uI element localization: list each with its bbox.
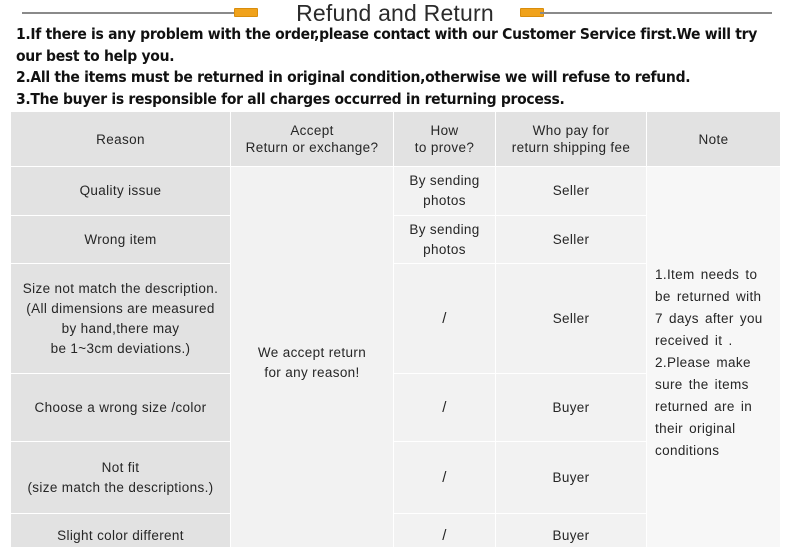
col-header-note: Note [646, 111, 781, 167]
refund-return-page: Refund and Return 1.If there is any prob… [0, 0, 790, 547]
intro-paragraph: 1.If there is any problem with the order… [16, 24, 772, 110]
refund-policy-table: Reason Accept Return or exchange? How to… [10, 111, 781, 547]
col-header-pay-line1: Who pay for [532, 123, 610, 138]
col-header-pay-line2: return shipping fee [511, 140, 631, 155]
cell-reason: Slight color different [10, 513, 231, 547]
who-pays-value: Buyer [552, 399, 590, 415]
table-row: Quality issue We accept return for any r… [10, 166, 781, 547]
cell-how-to-prove: By sending photos [393, 215, 496, 264]
note-line-2: be returned with [655, 288, 762, 304]
prove-line-2: photos [423, 193, 466, 208]
cell-reason: Size not match the description. (All dim… [10, 263, 231, 374]
reason-line-1: Wrong item [84, 231, 157, 247]
note-line-4: received it . [655, 332, 733, 348]
col-header-accept: Accept Return or exchange? [230, 111, 394, 167]
note-line-3: 7 days after you [655, 310, 763, 326]
intro-line-3: 3.The buyer is responsible for all charg… [16, 89, 565, 108]
prove-line-1: / [442, 468, 447, 486]
cell-reason: Choose a wrong size /color [10, 373, 231, 442]
reason-line-1: Size not match the description. [22, 280, 219, 296]
intro-line-1a: 1.If there is any problem with the order… [16, 25, 758, 43]
note-line-7: returned are in [655, 398, 753, 414]
cell-how-to-prove: / [393, 373, 496, 442]
reason-line-1: Slight color different [57, 528, 184, 543]
header-band: Refund and Return [0, 0, 790, 26]
who-pays-value: Seller [552, 183, 590, 198]
col-header-prove-line1: How [430, 123, 459, 138]
cell-who-pays: Seller [495, 215, 647, 264]
cell-who-pays: Seller [495, 166, 647, 216]
intro-line-1b: our best to help you. [16, 46, 175, 65]
cell-reason: Wrong item [10, 215, 231, 264]
cell-how-to-prove: / [393, 263, 496, 374]
cell-note: 1.Item needs to be returned with 7 days … [646, 166, 781, 547]
reason-line-2: (All dimensions are measured [26, 300, 215, 316]
cell-who-pays: Buyer [495, 373, 647, 442]
reason-line-1: Quality issue [79, 183, 162, 198]
accept-line-1: We accept return [257, 344, 367, 360]
table-header-row: Reason Accept Return or exchange? How to… [10, 111, 781, 167]
cell-how-to-prove: / [393, 441, 496, 514]
reason-line-4: be 1~3cm deviations.) [50, 340, 191, 356]
note-line-6: sure the items [655, 376, 749, 392]
who-pays-value: Buyer [552, 469, 590, 485]
note-line-5: 2.Please make [655, 354, 751, 370]
col-header-accept-line2: Return or exchange? [245, 140, 379, 155]
reason-line-3: by hand,there may [61, 320, 180, 336]
table-header: Reason Accept Return or exchange? How to… [10, 111, 781, 167]
prove-line-1: / [442, 309, 447, 327]
reason-line-1: Choose a wrong size /color [34, 399, 207, 415]
prove-line-1: By sending [409, 221, 480, 237]
accept-line-2: for any reason! [264, 364, 360, 380]
note-line-1: 1.Item needs to [655, 266, 758, 282]
note-line-8: their original [655, 420, 736, 436]
col-header-pay: Who pay for return shipping fee [495, 111, 647, 167]
note-line-9: conditions [655, 442, 720, 458]
table-body: Quality issue We accept return for any r… [10, 166, 781, 547]
col-header-prove: How to prove? [393, 111, 496, 167]
who-pays-value: Buyer [552, 528, 590, 543]
col-header-prove-line2: to prove? [414, 140, 475, 155]
prove-line-1: By sending [409, 173, 480, 188]
who-pays-value: Seller [552, 231, 590, 247]
prove-line-1: / [442, 398, 447, 416]
reason-line-2: (size match the descriptions.) [27, 479, 214, 495]
prove-line-1: / [442, 527, 447, 544]
col-header-accept-line1: Accept [290, 123, 334, 138]
page-title: Refund and Return [296, 0, 494, 26]
col-header-reason: Reason [10, 111, 231, 167]
cell-how-to-prove: By sending photos [393, 166, 496, 216]
cell-reason: Quality issue [10, 166, 231, 216]
col-header-note-label: Note [698, 131, 729, 147]
cell-how-to-prove: / [393, 513, 496, 547]
cell-who-pays: Seller [495, 263, 647, 374]
cell-who-pays: Buyer [495, 513, 647, 547]
cell-accept-return: We accept return for any reason! [230, 166, 394, 547]
who-pays-value: Seller [552, 310, 590, 326]
cell-who-pays: Buyer [495, 441, 647, 514]
col-header-reason-label: Reason [96, 131, 145, 147]
intro-line-2: 2.All the items must be returned in orig… [16, 68, 691, 86]
reason-line-1: Not fit [101, 459, 140, 475]
prove-line-2: photos [423, 241, 466, 257]
cell-reason: Not fit (size match the descriptions.) [10, 441, 231, 514]
